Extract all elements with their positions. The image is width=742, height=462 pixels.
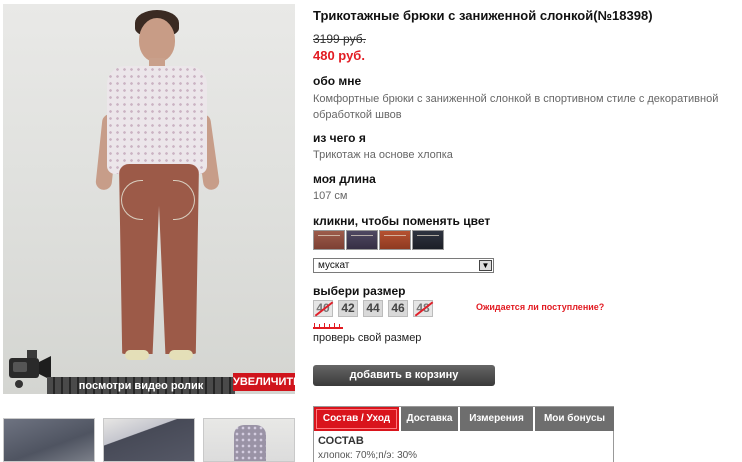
material-heading: из чего я [313,131,366,145]
size-option-44[interactable]: 44 [363,300,383,317]
tab-delivery[interactable]: Доставка [401,407,459,431]
color-swatch[interactable] [379,230,411,250]
model-head [139,18,175,62]
tab-composition-care[interactable]: Состав / Уход [314,407,400,431]
product-title: Трикотажные брюки с заниженной слонкой(№… [313,8,653,23]
size-guide-link[interactable]: проверь свой размер [313,332,421,344]
about-heading: обо мне [313,74,362,88]
size-option-40: 40 [313,300,333,317]
color-select-value: мускат [318,260,350,271]
old-price: 3199 руб. [313,32,366,46]
add-to-cart-button[interactable]: добавить в корзину [313,365,495,386]
color-heading: кликни, чтобы поменять цвет [313,214,491,228]
model-shoe [169,350,193,360]
model-blouse [107,66,207,174]
ruler-icon [313,323,343,329]
info-tabs: Состав / Уход Доставка Измерения Мои бон… [313,406,614,462]
thumbnail-image[interactable] [203,418,295,462]
availability-link[interactable]: Ожидается ли поступление? [476,302,604,312]
size-option-48: 48 [413,300,433,317]
model-shoe [125,350,149,360]
chevron-down-icon[interactable]: ▼ [479,260,492,271]
color-swatch[interactable] [412,230,444,250]
zoom-button[interactable]: УВЕЛИЧИТЬ [233,373,301,391]
about-text: Комфортные брюки с заниженной слонкой в … [313,93,719,121]
thumbnail-figure [234,425,266,461]
length-heading: моя длина [313,172,376,186]
length-text: 107 см [313,190,348,202]
tab-measurements[interactable]: Измерения [460,407,534,431]
size-option-46[interactable]: 46 [388,300,408,317]
color-swatch[interactable] [313,230,345,250]
size-heading: выбери размер [313,284,406,298]
video-button[interactable]: посмотри видео ролик [47,377,235,394]
color-swatch[interactable] [346,230,378,250]
material-text: Трикотаж на основе хлопка [313,149,453,161]
color-select[interactable]: мускат ▼ [313,258,494,273]
thumbnail-image[interactable] [103,418,195,462]
size-option-42[interactable]: 42 [338,300,358,317]
composition-title: СОСТАВ [318,435,364,447]
composition-text: хлопок: 70%;п/э: 30% [318,450,418,461]
tab-bonuses[interactable]: Мои бонусы [535,407,614,431]
thumbnail-image[interactable] [3,418,95,462]
product-photo[interactable]: посмотри видео ролик [3,4,295,394]
current-price: 480 руб. [313,48,365,63]
